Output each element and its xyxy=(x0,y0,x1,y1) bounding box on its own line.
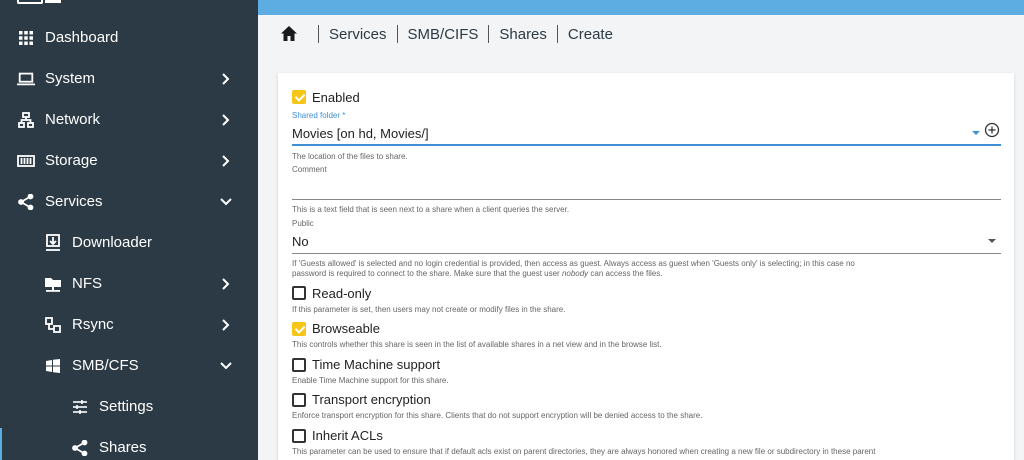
breadcrumb-separator xyxy=(396,25,398,43)
top-header xyxy=(258,0,1024,15)
browseable-checkbox[interactable] xyxy=(292,322,306,336)
sidebar: Dashboard System Network Storage Service… xyxy=(0,0,258,460)
sidebar-item-rsync[interactable]: Rsync xyxy=(0,304,258,345)
laptop-icon xyxy=(17,70,35,88)
chevron-right-icon xyxy=(222,277,230,290)
home-icon[interactable] xyxy=(280,25,298,43)
shared-folder-hint: The location of the files to share. xyxy=(292,152,408,161)
shared-folder-underline xyxy=(292,144,1001,146)
comment-hint: This is a text field that is seen next t… xyxy=(292,205,570,214)
sidebar-item-label: NFS xyxy=(72,275,102,292)
enabled-checkbox[interactable] xyxy=(292,90,306,104)
breadcrumb-item[interactable]: Shares xyxy=(499,26,547,43)
shared-folder-label: Shared folder * xyxy=(292,111,346,120)
breadcrumb-item[interactable]: SMB/CIFS xyxy=(408,26,479,43)
chevron-down-icon xyxy=(220,361,232,369)
breadcrumb-item-current: Create xyxy=(567,25,613,43)
comment-label: Comment xyxy=(292,165,327,174)
browseable-hint: This controls whether this share is seen… xyxy=(292,340,662,349)
readonly-hint: If this parameter is set, then users may… xyxy=(292,305,566,314)
network-icon xyxy=(17,111,35,129)
storage-icon xyxy=(17,152,35,170)
breadcrumb-separator xyxy=(556,25,558,43)
windows-icon xyxy=(44,357,62,375)
sidebar-item-label: Storage xyxy=(45,152,98,169)
sidebar-item-downloader[interactable]: Downloader xyxy=(0,222,258,263)
sidebar-item-dashboard[interactable]: Dashboard xyxy=(0,17,258,58)
browseable-label: Browseable xyxy=(312,321,380,336)
chevron-down-icon xyxy=(220,197,232,205)
grid-icon xyxy=(17,29,35,47)
add-circle-icon[interactable] xyxy=(984,122,1000,138)
transport-encryption-hint: Enforce transport encryption for this sh… xyxy=(292,411,703,420)
share-form-card: Enabled Shared folder * Movies [on hd, M… xyxy=(278,73,1014,460)
sidebar-item-system[interactable]: System xyxy=(0,58,258,99)
public-select[interactable]: No xyxy=(292,234,309,249)
sidebar-top-item-partial[interactable] xyxy=(17,0,43,4)
sidebar-item-label: Rsync xyxy=(72,316,114,333)
chevron-right-icon xyxy=(222,318,230,331)
breadcrumb-separator xyxy=(318,25,319,43)
transport-encryption-label: Transport encryption xyxy=(312,392,431,407)
sidebar-item-label: Settings xyxy=(99,398,154,415)
timemachine-hint: Enable Time Machine support for this sha… xyxy=(292,376,449,385)
readonly-label: Read-only xyxy=(312,286,372,301)
breadcrumb-separator xyxy=(488,25,490,43)
sidebar-item-label: SMB/CFS xyxy=(72,357,139,374)
inherit-acls-checkbox[interactable] xyxy=(292,429,306,443)
chevron-right-icon xyxy=(222,154,230,167)
inherit-acls-hint: This parameter can be used to ensure tha… xyxy=(292,447,876,456)
inherit-acls-label: Inherit ACLs xyxy=(312,428,383,443)
sidebar-item-label: Services xyxy=(45,193,103,210)
sidebar-item-services[interactable]: Services xyxy=(0,181,258,222)
sidebar-item-shares[interactable]: Shares xyxy=(0,427,258,460)
chevron-right-icon xyxy=(222,72,230,85)
public-label: Public xyxy=(292,219,314,228)
download-icon xyxy=(44,233,62,252)
timemachine-label: Time Machine support xyxy=(312,357,441,372)
sidebar-item-label: System xyxy=(45,70,96,87)
folder-network-icon xyxy=(44,275,62,293)
readonly-checkbox[interactable] xyxy=(292,286,306,300)
comment-input[interactable] xyxy=(292,177,1001,199)
sidebar-item-label: Network xyxy=(45,111,101,128)
sidebar-item-label: Dashboard xyxy=(45,29,119,46)
timemachine-checkbox[interactable] xyxy=(292,358,306,372)
sidebar-item-smb-cifs[interactable]: SMB/CFS xyxy=(0,345,258,386)
share-icon xyxy=(17,193,35,211)
public-hint: If 'Guests allowed' is selected and no l… xyxy=(292,259,855,278)
sidebar-item-label: Downloader xyxy=(72,234,153,251)
dropdown-arrow-icon[interactable] xyxy=(971,129,981,137)
sidebar-top-item-partial-bar xyxy=(45,0,61,3)
tune-icon xyxy=(71,398,89,416)
transport-encryption-checkbox[interactable] xyxy=(292,393,306,407)
enabled-label: Enabled xyxy=(312,90,360,105)
sidebar-item-nfs[interactable]: NFS xyxy=(0,263,258,304)
chevron-right-icon xyxy=(222,113,230,126)
breadcrumb-item[interactable]: Services xyxy=(329,26,387,43)
breadcrumb: Services SMB/CIFS Shares Create xyxy=(280,23,613,45)
sidebar-item-network[interactable]: Network xyxy=(0,99,258,140)
sidebar-item-label: Shares xyxy=(99,439,147,456)
sidebar-item-settings[interactable]: Settings xyxy=(0,386,258,427)
comment-underline xyxy=(292,199,1001,200)
share-icon xyxy=(71,439,89,457)
sidebar-item-storage[interactable]: Storage xyxy=(0,140,258,181)
sync-icon xyxy=(44,316,62,334)
public-underline xyxy=(292,253,1001,254)
shared-folder-select[interactable]: Movies [on hd, Movies/] xyxy=(292,126,429,141)
dropdown-arrow-icon[interactable] xyxy=(987,237,997,245)
